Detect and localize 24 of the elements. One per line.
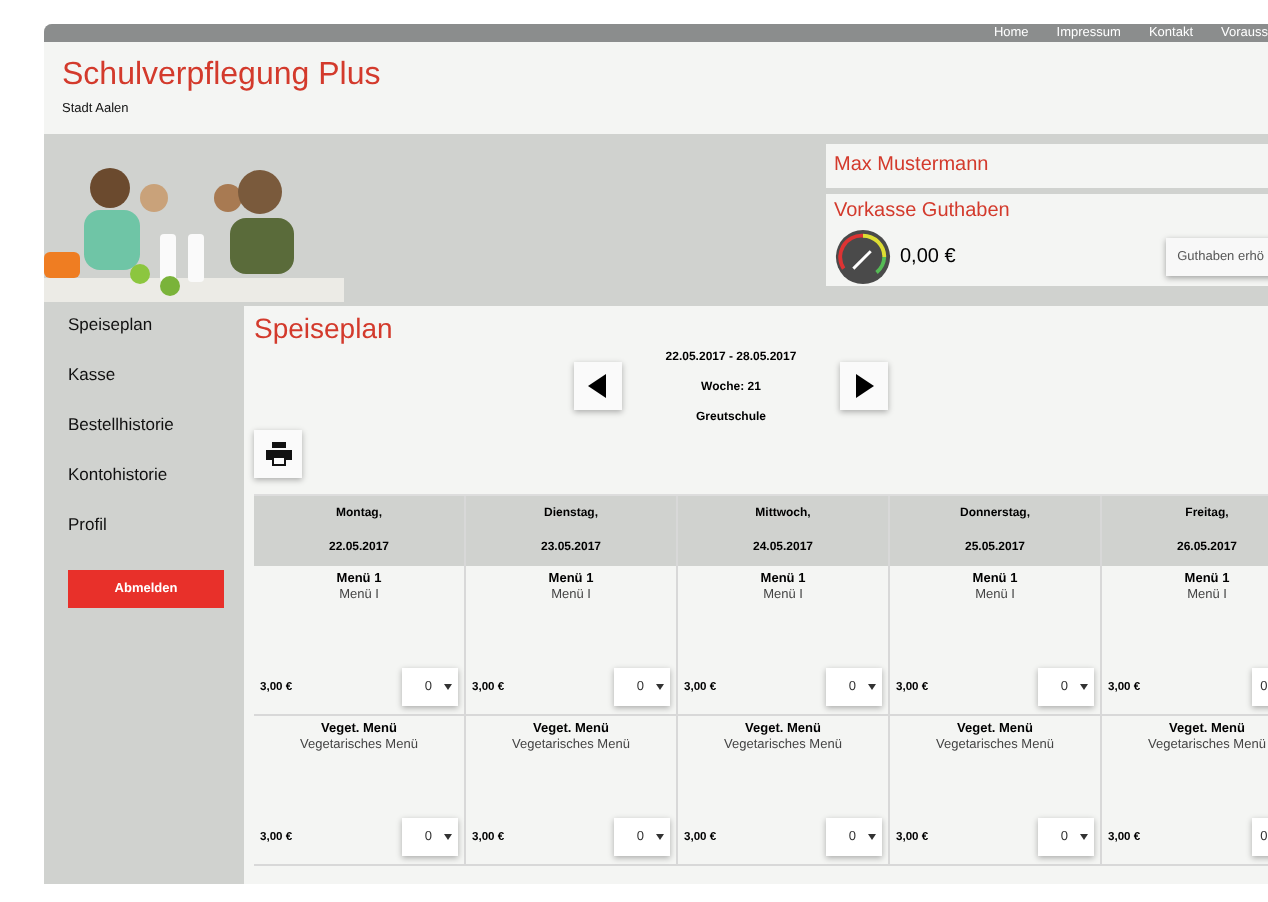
printer-icon: [265, 442, 291, 466]
caret-icon: [656, 834, 664, 840]
next-week-button[interactable]: [840, 362, 889, 410]
sidebar-item[interactable]: Bestellhistorie: [68, 412, 244, 462]
caret-icon: [656, 684, 664, 690]
print-button[interactable]: [254, 430, 302, 478]
page-title: Speiseplan: [254, 312, 393, 344]
caret-icon: [444, 834, 452, 840]
caret-icon: [868, 684, 876, 690]
caret-icon: [1080, 834, 1088, 840]
caret-icon: [444, 684, 452, 690]
site-title: Schulverpflegung Plus: [62, 56, 381, 96]
balance-amount: 0,00 €: [900, 246, 956, 268]
sidebar-item[interactable]: Profil: [68, 512, 244, 562]
caret-icon: [1080, 684, 1088, 690]
sidebar-item[interactable]: Kasse: [68, 362, 244, 412]
caret-icon: [868, 834, 876, 840]
balance-title: Vorkasse Guthaben: [834, 198, 1012, 226]
right-arrow-icon: [855, 374, 874, 398]
left-arrow-icon: [588, 374, 607, 398]
previous-week-button[interactable]: [573, 362, 622, 410]
sidebar-item[interactable]: Speiseplan: [68, 312, 244, 362]
sidebar-item[interactable]: Kontohistorie: [68, 462, 244, 512]
user-name: Max Mustermann: [826, 144, 1268, 188]
